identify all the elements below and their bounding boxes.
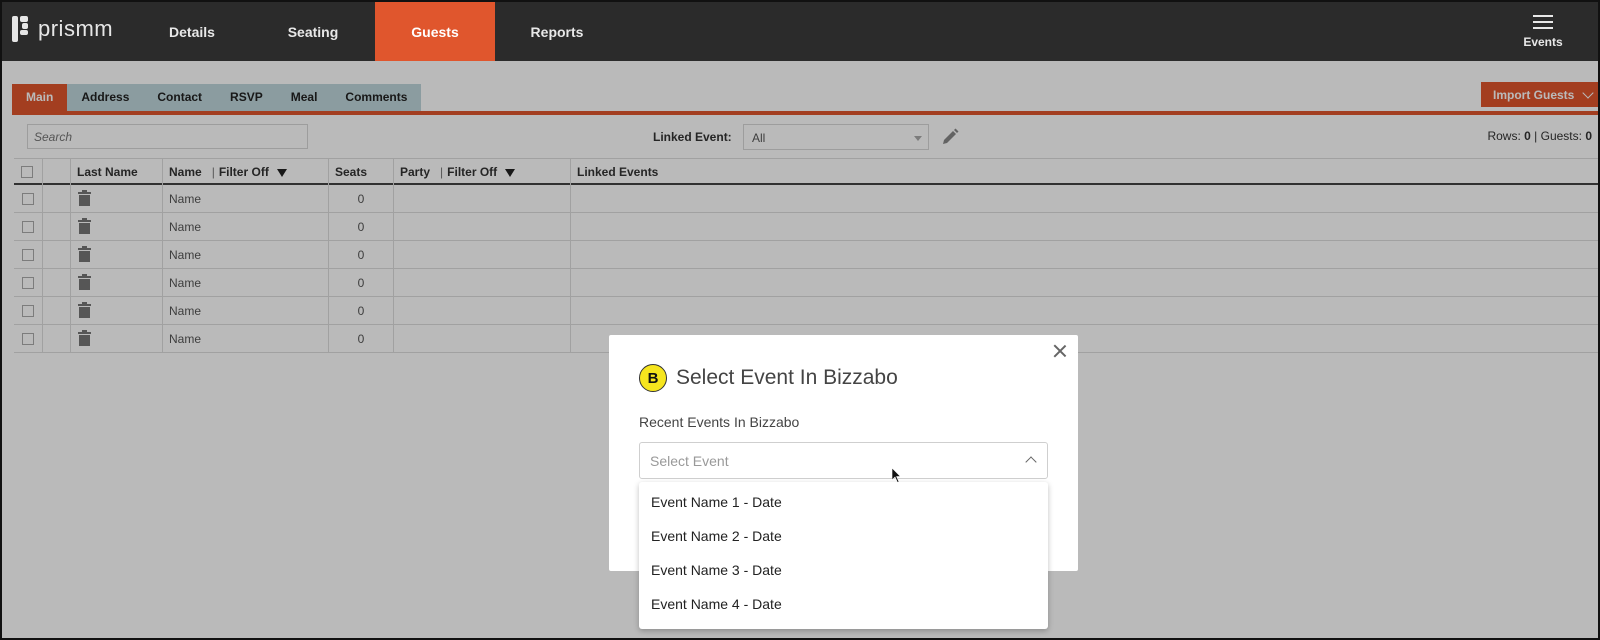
event-option[interactable]: Event Name 4 - Date [639,587,1048,621]
recent-events-label: Recent Events In Bizzabo [639,414,800,430]
app-window: prismm Details Seating Guests Reports Ev… [0,0,1600,640]
nav-tab-seating[interactable]: Seating [253,2,373,61]
nav-tab-reports[interactable]: Reports [497,2,617,61]
brand-logo[interactable]: prismm [12,16,113,42]
event-option[interactable]: Event Name 2 - Date [639,519,1048,553]
nav-tab-details[interactable]: Details [132,2,252,61]
event-option[interactable]: Event Name 3 - Date [639,553,1048,587]
prismm-logo-icon [12,16,30,42]
brand-name: prismm [38,16,114,41]
event-option[interactable]: Event Name 1 - Date [639,485,1048,519]
event-select[interactable]: Select Event [639,442,1048,479]
events-menu-label: Events [1523,35,1563,49]
bizzabo-logo-icon: B [639,364,667,392]
hamburger-icon [1533,15,1553,29]
chevron-up-icon [1025,456,1037,468]
event-select-placeholder: Select Event [650,453,729,469]
nav-tab-guests[interactable]: Guests [375,2,495,61]
events-menu-button[interactable]: Events [1508,12,1578,54]
modal-title: Select Event In Bizzabo [676,366,898,389]
top-nav-bar: prismm Details Seating Guests Reports Ev… [2,2,1598,61]
mouse-cursor-icon [892,468,902,483]
close-icon[interactable] [1052,343,1068,359]
event-options-dropdown: Event Name 1 - Date Event Name 2 - Date … [639,482,1048,629]
